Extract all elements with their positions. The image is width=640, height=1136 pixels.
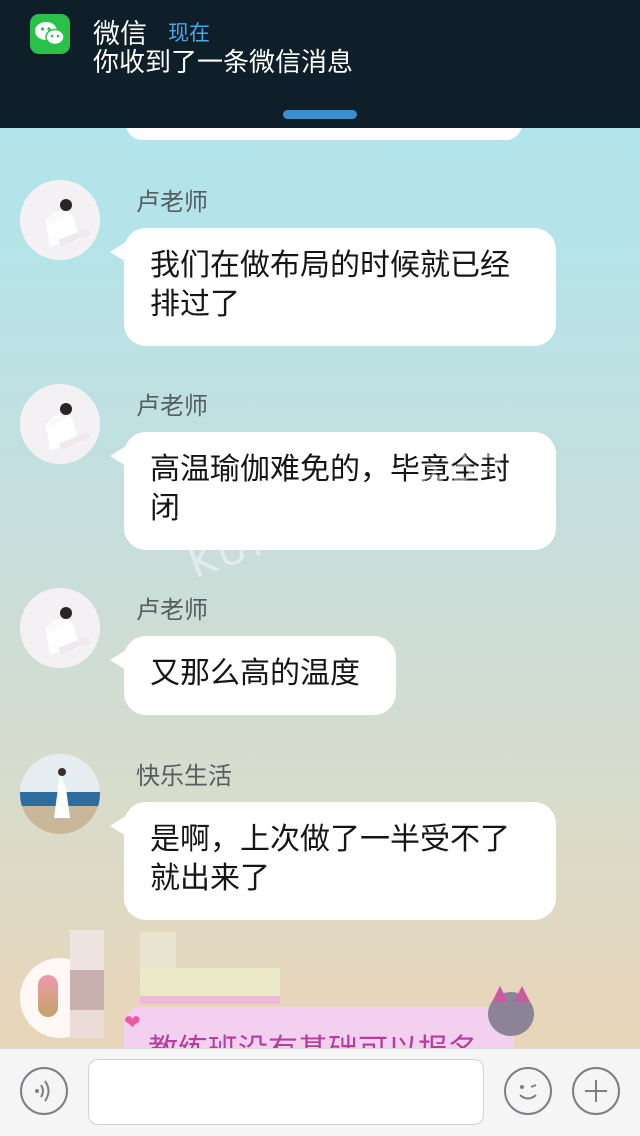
message-row: 卢老师 我们在做布局的时候就已经 排过了 <box>0 180 640 350</box>
emoji-button[interactable] <box>504 1067 552 1115</box>
heart-icon: ❤ <box>124 1010 141 1034</box>
message-text-line: 高温瑜伽难免的，毕竟全封 <box>150 452 510 487</box>
emoji-icon <box>519 1084 537 1100</box>
message-input[interactable] <box>88 1059 484 1125</box>
message-bubble[interactable]: 高温瑜伽难免的，毕竟全封 闭 <box>124 432 556 550</box>
notification-message: 你收到了一条微信消息 <box>93 48 354 78</box>
notification-handle[interactable] <box>283 110 357 119</box>
mosaic-block <box>140 996 280 1004</box>
message-text-line: 是啊，上次做了一半受不了 <box>150 822 510 857</box>
message-text-line: 我们在做布局的时候就已经 <box>150 248 510 283</box>
message-row: 卢老师 又那么高的温度 <box>0 588 640 718</box>
avatar[interactable] <box>20 754 100 834</box>
sender-name: 卢老师 <box>136 188 208 216</box>
message-text-line: 排过了 <box>150 287 240 322</box>
message-bubble[interactable]: 是啊，上次做了一半受不了 就出来了 <box>124 802 556 920</box>
message-bubble[interactable]: 我们在做布局的时候就已经 排过了 <box>124 228 556 346</box>
message-text-line: 闭 <box>150 491 180 526</box>
sender-name: 卢老师 <box>136 596 208 624</box>
message-text-line: 又那么高的温度 <box>150 656 360 691</box>
avatar-image <box>38 975 58 1017</box>
mosaic-block <box>70 1010 104 1038</box>
sender-name: 卢老师 <box>136 392 208 420</box>
wechat-icon <box>30 14 70 54</box>
mosaic-block <box>70 930 104 970</box>
message-bubble[interactable]: 又那么高的温度 <box>124 636 396 715</box>
plus-icon <box>585 1080 607 1102</box>
sender-name: 快乐生活 <box>136 762 232 790</box>
voice-icon <box>35 1080 50 1102</box>
cat-sticker-icon <box>488 986 534 1036</box>
voice-button[interactable] <box>20 1067 68 1115</box>
chat-screen: 微信 现在 你收到了一条微信消息 卢老师 我们在做布局的时候就已经 排过了 卢老… <box>0 0 640 1136</box>
message-row: 卢老师 高温瑜伽难免的，毕竟全封 闭 <box>0 384 640 554</box>
mosaic-block <box>140 968 280 998</box>
notification-banner[interactable]: 微信 现在 你收到了一条微信消息 <box>0 0 640 128</box>
message-row: 快乐生活 是啊，上次做了一半受不了 就出来了 <box>0 754 640 924</box>
message-text-line: 就出来了 <box>150 861 270 896</box>
mosaic-block <box>70 970 104 1010</box>
mosaic-block <box>140 932 176 968</box>
avatar[interactable] <box>20 180 100 260</box>
avatar[interactable] <box>20 384 100 464</box>
plus-button[interactable] <box>572 1067 620 1115</box>
avatar[interactable] <box>20 588 100 668</box>
chat-input-bar <box>0 1048 640 1136</box>
